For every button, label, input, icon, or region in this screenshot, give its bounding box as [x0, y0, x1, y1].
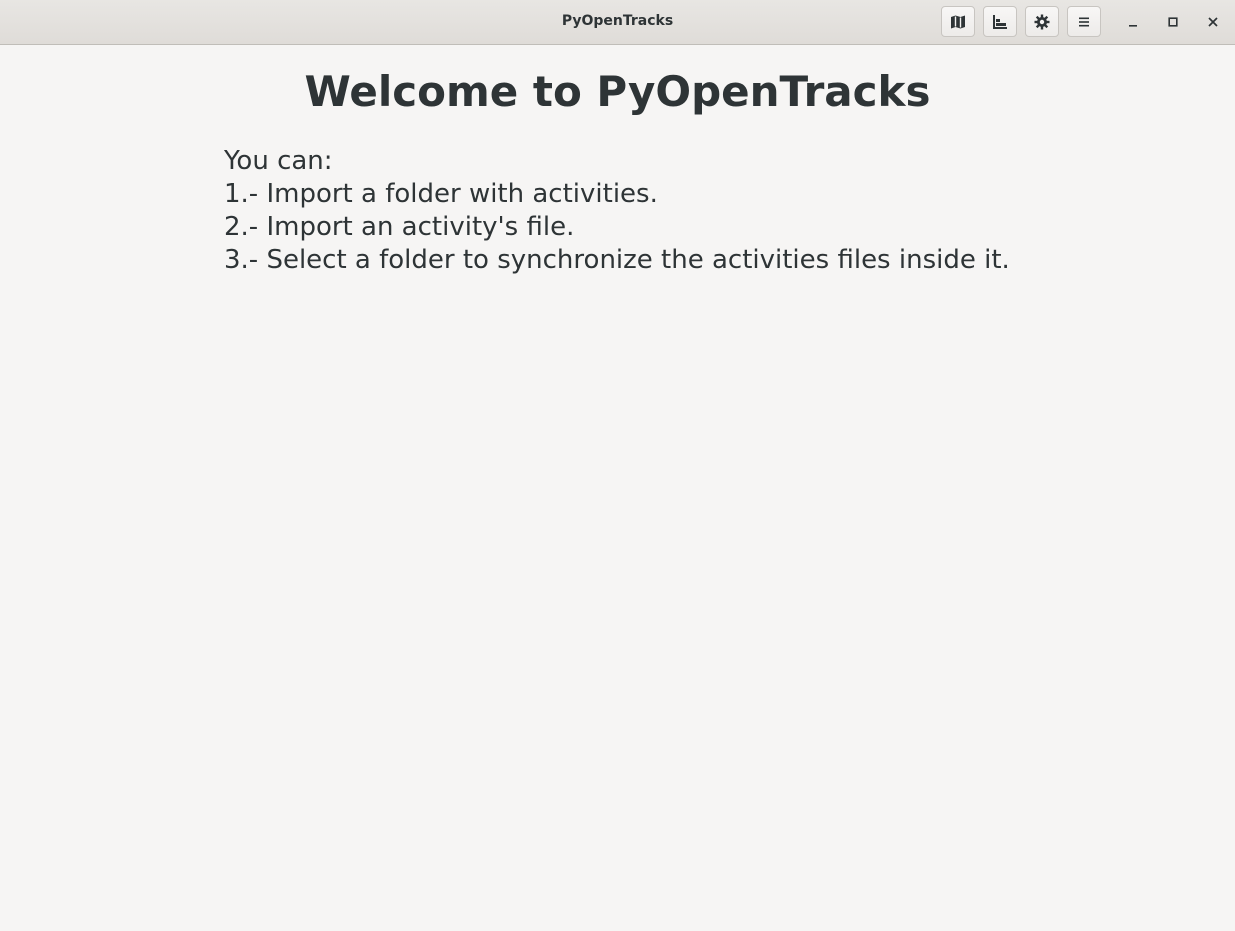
welcome-heading: Welcome to PyOpenTracks [304, 67, 931, 116]
menu-button[interactable] [1067, 6, 1101, 37]
welcome-page: Welcome to PyOpenTracks You can: 1.- Imp… [0, 46, 1235, 931]
maximize-button[interactable] [1159, 8, 1187, 36]
instructions-text: You can: 1.- Import a folder with activi… [224, 145, 1010, 277]
maximize-icon [1167, 13, 1179, 32]
map-icon [950, 14, 966, 30]
instruction-step: 3.- Select a folder to synchronize the a… [224, 245, 1010, 275]
header-bar: PyOpenTracks [0, 0, 1235, 45]
map-button[interactable] [941, 6, 975, 37]
close-icon [1207, 13, 1219, 32]
preferences-button[interactable] [1025, 6, 1059, 37]
hamburger-menu-icon [1076, 14, 1092, 30]
close-button[interactable] [1199, 8, 1227, 36]
gear-icon [1034, 14, 1050, 30]
chart-icon [992, 14, 1008, 30]
instruction-step: 1.- Import a folder with activities. [224, 179, 658, 209]
minimize-icon [1127, 13, 1139, 32]
stats-button[interactable] [983, 6, 1017, 37]
app-window: PyOpenTracks Welcome to PyOpenTracks You… [0, 0, 1235, 931]
instructions-intro: You can: [224, 146, 333, 176]
instruction-step: 2.- Import an activity's file. [224, 212, 575, 242]
minimize-button[interactable] [1119, 8, 1147, 36]
